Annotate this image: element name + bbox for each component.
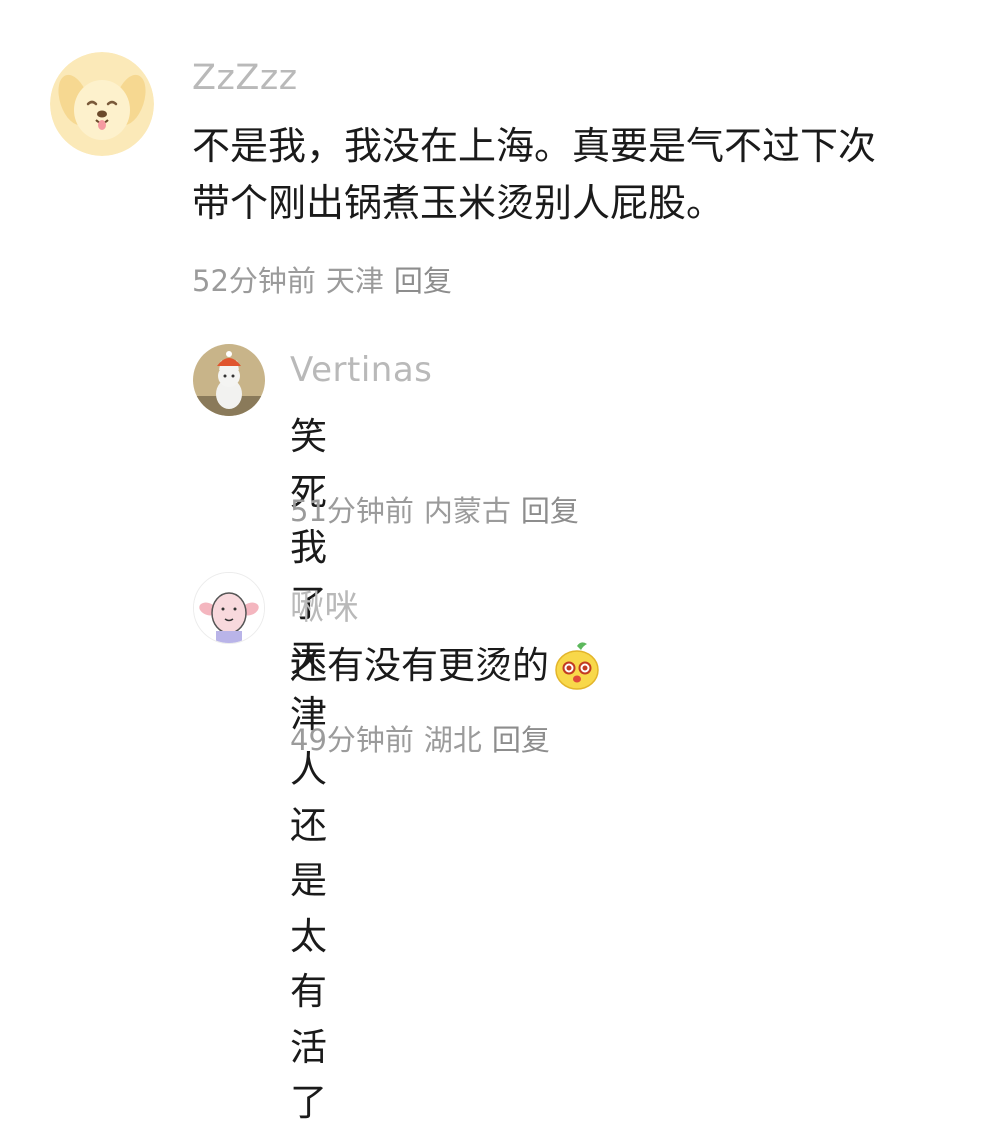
timestamp: 49分钟前 — [290, 723, 414, 757]
cute-face-emoji-icon — [551, 640, 603, 708]
cat-with-hat-avatar-icon[interactable] — [193, 344, 265, 416]
comment-meta: 49分钟前 湖北 回复 — [290, 717, 560, 759]
username[interactable]: 啾咪 — [290, 580, 359, 629]
username[interactable]: Vertinas — [290, 350, 432, 390]
comment-text: 还有没有更烫的 — [290, 638, 603, 708]
comment-text-line: 不是我，我没在上海。真要是气不过下次 — [192, 124, 877, 168]
timestamp: 52分钟前 — [192, 264, 316, 298]
location: 内蒙古 — [423, 494, 511, 528]
pig-avatar-icon[interactable] — [193, 572, 265, 644]
comment-meta: 51分钟前 内蒙古 回复 — [290, 488, 589, 530]
reply-button[interactable]: 回复 — [492, 723, 550, 757]
reply-button[interactable]: 回复 — [394, 264, 452, 298]
dog-avatar-icon[interactable] — [50, 52, 154, 156]
comment-text-line: 带个刚出锅煮玉米烫别人屁股。 — [192, 181, 725, 225]
comment-text: 不是我，我没在上海。真要是气不过下次 带个刚出锅煮玉米烫别人屁股。 — [192, 118, 952, 232]
comment-text-content: 还有没有更烫的 — [290, 644, 549, 687]
reply-button[interactable]: 回复 — [521, 494, 579, 528]
location: 天津 — [325, 264, 384, 298]
username[interactable]: ZzZzz — [192, 58, 298, 98]
location: 湖北 — [423, 723, 482, 757]
timestamp: 51分钟前 — [290, 494, 414, 528]
comment-meta: 52分钟前 天津 回复 — [192, 258, 462, 300]
